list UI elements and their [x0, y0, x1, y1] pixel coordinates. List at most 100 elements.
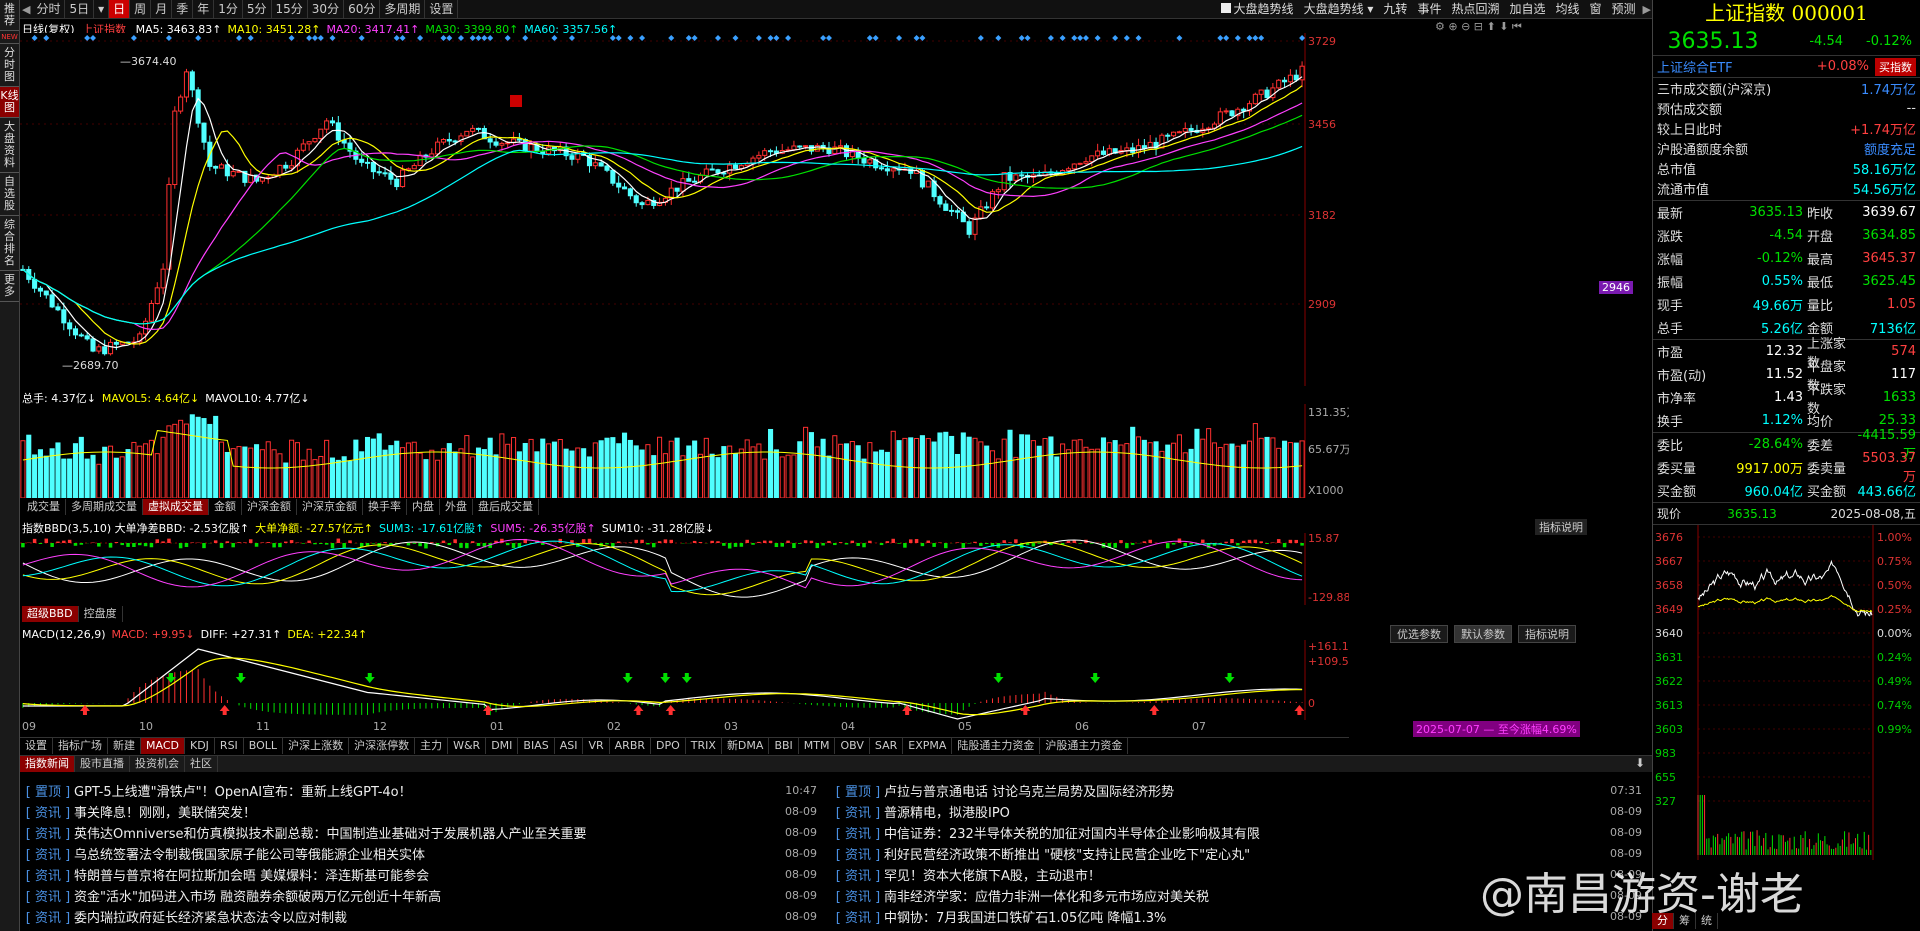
period-tab-month[interactable]: 月: [151, 0, 173, 18]
news-item[interactable]: [ 资讯 ] 普源精电，拟港股IPO 08-09: [832, 801, 1642, 822]
macd-param-button[interactable]: 指标说明: [1518, 625, 1576, 643]
period-tab-60min[interactable]: 60分: [344, 0, 381, 18]
news-title[interactable]: 英伟达Omniverse和仿真模拟技术副总裁：中国制造业基础对于发展机器人产业至…: [74, 823, 767, 842]
volume-tab[interactable]: 换手率: [363, 499, 407, 515]
period-tab-multi[interactable]: 多周期: [380, 0, 426, 18]
volume-tab[interactable]: 沪深金额: [242, 499, 297, 515]
news-title[interactable]: GPT-5上线遭"滑铁卢"！OpenAI宣布：重新上线GPT-4o！: [74, 781, 767, 800]
nav-item-kline[interactable]: K线图: [0, 87, 19, 118]
volume-chart[interactable]: 131.35万 65.67万 X1000: [20, 404, 1349, 498]
nav-item-recommend[interactable]: 推荐: [0, 0, 19, 31]
news-item[interactable]: [ 资讯 ] 特朗普与普京将在阿拉斯加会晤 美媒爆料：泽连斯基可能参会 08-09: [22, 864, 817, 885]
news-item[interactable]: [ 资讯 ] 事关降息！刚刚，美联储突发！ 08-09: [22, 801, 817, 822]
macd-param-button[interactable]: 优选参数: [1390, 625, 1448, 643]
bbd-tab[interactable]: 控盘度: [79, 606, 123, 622]
bbd-tab[interactable]: 超级BBD: [22, 606, 79, 622]
period-tab-15min[interactable]: 15分: [272, 0, 308, 18]
news-tab[interactable]: 指数新闻: [20, 756, 75, 772]
volume-tab[interactable]: 外盘: [440, 499, 473, 515]
intraday-mini-chart[interactable]: 3676 3667 3658 3649 3640 3631 3622 3613 3603 983 6…: [1653, 525, 1920, 860]
kline-chart[interactable]: 3729 3456 3182 2909 —3674.40 —2689.70: [20, 33, 1349, 386]
news-tab[interactable]: 社区: [185, 756, 218, 772]
indicator-tab[interactable]: DPO: [651, 738, 686, 754]
news-title[interactable]: 乌总统签署法令制裁俄国家原子能公司等俄能源企业相关实体: [74, 844, 767, 863]
ma-button[interactable]: 均线: [1550, 0, 1584, 18]
news-tab[interactable]: 投资机会: [130, 756, 185, 772]
volume-tab[interactable]: 内盘: [407, 499, 440, 515]
period-tab-day[interactable]: 日: [109, 0, 131, 18]
indicator-tab[interactable]: 指标广场: [53, 738, 108, 754]
prev-arrow-icon[interactable]: ◀: [22, 3, 30, 16]
bbd-help-button[interactable]: 指标说明: [1535, 519, 1587, 535]
settings-button[interactable]: 设置: [425, 0, 459, 18]
indicator-tab[interactable]: MTM: [799, 738, 836, 754]
macd-param-button[interactable]: 默认参数: [1454, 625, 1512, 643]
play-icon[interactable]: ▶: [1643, 3, 1651, 16]
period-tab-week[interactable]: 周: [130, 0, 152, 18]
nav-item-market-info[interactable]: 大盘资料: [0, 118, 19, 173]
indicator-tab[interactable]: KDJ: [185, 738, 215, 754]
event-button[interactable]: 事件: [1412, 0, 1446, 18]
indicator-tab[interactable]: RSI: [215, 738, 244, 754]
hotspot-replay-button[interactable]: 热点回溯: [1446, 0, 1504, 18]
indicator-tab[interactable]: SAR: [870, 738, 904, 754]
indicator-tab[interactable]: 主力: [415, 738, 449, 754]
forecast-button[interactable]: 预测: [1607, 0, 1641, 18]
nav-item-intraday[interactable]: 分时图: [0, 44, 19, 87]
add-watchlist-button[interactable]: 加自选: [1504, 0, 1550, 18]
nav-item-ranking[interactable]: 综合排名: [0, 216, 19, 271]
period-tab-year[interactable]: 年: [193, 0, 215, 18]
indicator-tab[interactable]: MACD: [141, 738, 185, 754]
bbd-chart[interactable]: 15.87 -129.88: [20, 533, 1349, 605]
macd-chart[interactable]: +161.1 +109.5 0: [20, 640, 1349, 720]
news-title[interactable]: 特朗普与普京将在阿拉斯加会晤 美媒爆料：泽连斯基可能参会: [74, 865, 767, 884]
news-item[interactable]: [ 置顶 ] GPT-5上线遭"滑铁卢"！OpenAI宣布：重新上线GPT-4o！…: [22, 780, 817, 801]
etf-name[interactable]: 上证综合ETF: [1653, 57, 1763, 76]
news-title[interactable]: 卢拉与普京通电话 讨论乌克兰局势及国际经济形势: [884, 781, 1592, 800]
period-tab-1min[interactable]: 1分: [214, 0, 243, 18]
indicator-tab[interactable]: 陆股通主力资金: [952, 738, 1041, 754]
volume-tab[interactable]: 沪深京金额: [297, 499, 363, 515]
news-title[interactable]: 委内瑞拉政府延长经济紧急状态法令以应对制裁: [74, 907, 767, 926]
download-icon[interactable]: ⬇: [1635, 756, 1645, 770]
indicator-tab[interactable]: ARBR: [610, 738, 652, 754]
nav-item-more[interactable]: 更多: [0, 271, 19, 302]
news-title[interactable]: 资金"活水"加码进入市场 融资融券余额破两万亿元创近十年新高: [74, 886, 767, 905]
window-button[interactable]: 窗: [1585, 0, 1607, 18]
indicator-tab[interactable]: ASI: [555, 738, 584, 754]
period-tab-quarter[interactable]: 季: [172, 0, 194, 18]
indicator-tab[interactable]: 沪深涨停数: [349, 738, 416, 754]
indicator-tab[interactable]: 新建: [108, 738, 141, 754]
indicator-tab[interactable]: BOLL: [244, 738, 284, 754]
indicator-tab[interactable]: BIAS: [518, 738, 555, 754]
news-title[interactable]: 中信证券：232半导体关税的加征对国内半导体企业影响极其有限: [884, 823, 1592, 842]
volume-tab[interactable]: 虚拟成交量: [143, 499, 209, 515]
indicator-tab[interactable]: EXPMA: [903, 738, 953, 754]
news-item[interactable]: [ 资讯 ] 资金"活水"加码进入市场 融资融券余额破两万亿元创近十年新高 08-0…: [22, 885, 817, 906]
news-item[interactable]: [ 资讯 ] 委内瑞拉政府延长经济紧急状态法令以应对制裁 08-09: [22, 906, 817, 927]
indicator-tab[interactable]: 新DMA: [722, 738, 770, 754]
period-tab-30min[interactable]: 30分: [308, 0, 345, 18]
trend-checkbox[interactable]: 大盘趋势线: [1216, 0, 1299, 18]
volume-tab[interactable]: 金额: [209, 499, 242, 515]
chevron-down-icon[interactable]: ▾: [94, 0, 110, 18]
chart-tool-icons[interactable]: ⚙ ⊕ ⊖ ⊟ ⬆ ⬇ ⏮: [1435, 20, 1522, 34]
news-title[interactable]: 事关降息！刚刚，美联储突发！: [74, 802, 767, 821]
indicator-tab[interactable]: 沪深上涨数: [283, 738, 350, 754]
period-tab-intraday[interactable]: 分时: [32, 0, 66, 18]
news-item[interactable]: [ 资讯 ] 乌总统签署法令制裁俄国家原子能公司等俄能源企业相关实体 08-09: [22, 843, 817, 864]
indicator-tab[interactable]: 沪股通主力资金: [1040, 738, 1129, 754]
indicator-tab[interactable]: DMI: [486, 738, 519, 754]
indicator-tab[interactable]: 设置: [20, 738, 53, 754]
nav-item-watchlist[interactable]: 自选股: [0, 173, 19, 216]
period-tab-5day[interactable]: 5日: [65, 0, 95, 18]
news-item[interactable]: [ 置顶 ] 卢拉与普京通电话 讨论乌克兰局势及国际经济形势 07:31: [832, 780, 1642, 801]
volume-tab[interactable]: 盘后成交量: [473, 499, 539, 515]
trend-dropdown[interactable]: 大盘趋势线 ▾: [1299, 0, 1379, 18]
indicator-tab[interactable]: BBI: [769, 738, 799, 754]
news-title[interactable]: 普源精电，拟港股IPO: [884, 802, 1592, 821]
period-tab-5min[interactable]: 5分: [243, 0, 272, 18]
volume-tab[interactable]: 多周期成交量: [66, 499, 143, 515]
buy-index-button[interactable]: 买指数: [1875, 57, 1916, 76]
news-tab[interactable]: 股市直播: [75, 756, 130, 772]
